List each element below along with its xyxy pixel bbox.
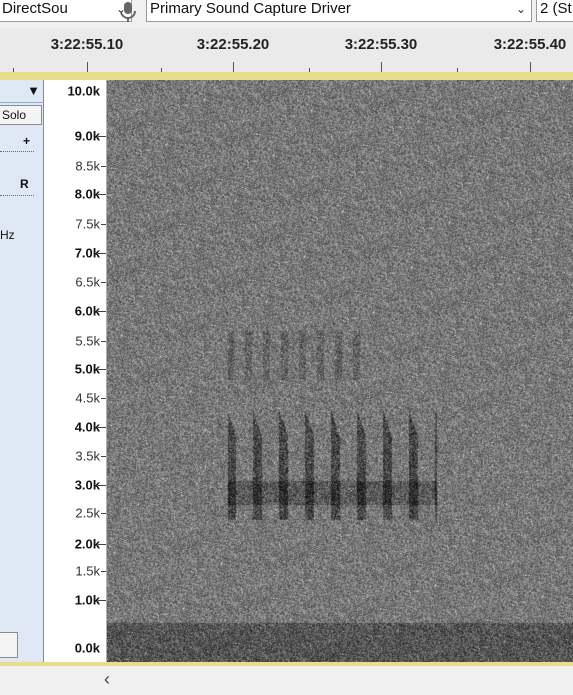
frequency-tick xyxy=(98,427,106,428)
sample-rate-text: Hz xyxy=(0,228,15,242)
frequency-tick xyxy=(101,398,106,399)
frequency-label: 3.0k xyxy=(74,477,100,493)
frequency-label: 2.0k xyxy=(74,536,100,552)
device-toolbar: DirectSou ⌄ Primary Sound Capture Driver… xyxy=(0,0,573,29)
pan-slider[interactable] xyxy=(0,195,34,196)
frequency-tick xyxy=(98,136,106,137)
frequency-tick xyxy=(101,224,106,225)
frequency-tick xyxy=(98,194,106,195)
frequency-label: 4.0k xyxy=(74,419,100,435)
spectrogram-view[interactable] xyxy=(107,80,573,662)
solo-button[interactable]: Solo xyxy=(0,105,42,125)
timeline-major-tick xyxy=(381,62,382,72)
recording-channels-dropdown[interactable]: 2 (St xyxy=(536,0,573,22)
frequency-tick xyxy=(101,513,106,514)
timeline-major-tick xyxy=(530,62,531,72)
frequency-ruler[interactable]: 10.0k 9.0k 8.5k 8.0k 7.5k 7.0k 6.5k 6.0k 5.5k 5.0… xyxy=(44,80,107,662)
frequency-label: 6.0k xyxy=(74,303,100,319)
time-label: 3:22:55.40 xyxy=(493,36,567,53)
frequency-label: 3.5k xyxy=(75,448,100,464)
frequency-tick xyxy=(98,369,106,370)
timeline-major-tick xyxy=(233,62,234,72)
spectrogram-canvas xyxy=(107,80,573,662)
frequency-label: 6.5k xyxy=(75,274,100,290)
collapse-button[interactable] xyxy=(0,632,18,658)
time-label: 3:22:55.10 xyxy=(50,36,124,53)
time-label: 3:22:55.30 xyxy=(344,36,418,53)
frequency-label: 1.5k xyxy=(75,563,100,579)
frequency-tick xyxy=(101,166,106,167)
frequency-label: 8.0k xyxy=(74,186,100,202)
gain-slider[interactable] xyxy=(0,151,34,152)
frequency-label: 5.0k xyxy=(74,361,100,377)
frequency-label: 1.0k xyxy=(74,592,100,608)
recording-device-dropdown[interactable]: Primary Sound Capture Driver ⌄ xyxy=(146,0,532,22)
frequency-label: 10.0k xyxy=(67,83,100,99)
frequency-label: 2.5k xyxy=(75,505,100,521)
track-control-panel: ▼ Solo + R Hz xyxy=(0,80,44,662)
timeline-major-tick xyxy=(87,62,88,72)
frequency-tick xyxy=(98,544,106,545)
audio-host-dropdown[interactable]: DirectSou ⌄ xyxy=(0,0,132,22)
frequency-label: 4.5k xyxy=(75,390,100,406)
track-menu-button[interactable]: ▼ xyxy=(0,80,44,103)
recording-device-value: Primary Sound Capture Driver xyxy=(150,0,351,17)
timeline-ruler[interactable]: 3:22:55.10 3:22:55.20 3:22:55.30 3:22:55… xyxy=(0,28,573,73)
microphone-icon xyxy=(120,2,136,22)
time-label: 3:22:55.20 xyxy=(196,36,270,53)
pan-right-label: R xyxy=(20,177,29,191)
frequency-tick xyxy=(98,253,106,254)
scroll-left-arrow-icon[interactable]: ‹ xyxy=(104,669,110,690)
frequency-tick xyxy=(101,341,106,342)
frequency-label: 5.5k xyxy=(75,333,100,349)
frequency-tick xyxy=(98,600,106,601)
frequency-tick xyxy=(101,282,106,283)
frequency-tick xyxy=(98,311,106,312)
frequency-label: 7.5k xyxy=(75,216,100,232)
triangle-down-icon: ▼ xyxy=(27,83,40,98)
frequency-tick xyxy=(98,485,106,486)
frequency-label: 0.0k xyxy=(74,640,100,656)
audio-host-value: DirectSou xyxy=(2,0,68,17)
frequency-tick xyxy=(101,571,106,572)
frequency-label: 9.0k xyxy=(74,128,100,144)
horizontal-scrollbar[interactable]: ‹ xyxy=(0,665,573,695)
frequency-tick xyxy=(101,456,106,457)
frequency-label: 7.0k xyxy=(74,245,100,261)
frequency-label: 8.5k xyxy=(75,158,100,174)
chevron-down-icon: ⌄ xyxy=(515,2,526,16)
recording-channels-value: 2 (St xyxy=(540,0,572,17)
gain-plus-label: + xyxy=(23,134,31,148)
